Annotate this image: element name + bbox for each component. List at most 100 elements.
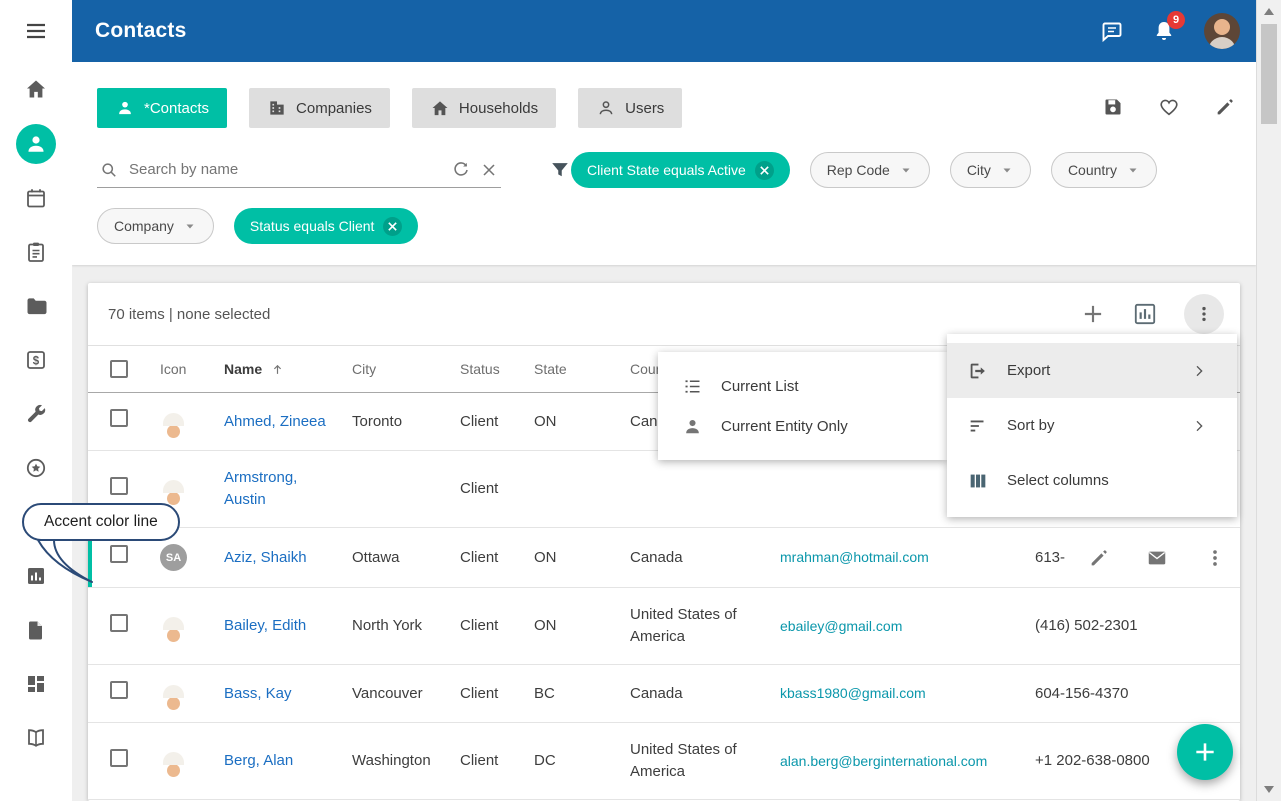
user-avatar[interactable] bbox=[1204, 13, 1240, 49]
column-header-state[interactable]: State bbox=[534, 361, 630, 377]
chevron-down-icon bbox=[183, 219, 197, 233]
edit-pencil-icon[interactable] bbox=[1088, 547, 1110, 569]
menu-item-label: Sort by bbox=[1007, 417, 1055, 434]
cell-country: United States of America bbox=[630, 723, 780, 799]
filter-chip-client-state[interactable]: Client State equals Active bbox=[571, 152, 790, 188]
filter-chip-company[interactable]: Company bbox=[97, 208, 214, 244]
cell-city: Toronto bbox=[352, 395, 460, 449]
contact-email-link[interactable]: ebailey@gmail.com bbox=[780, 618, 902, 634]
row-checkbox[interactable] bbox=[110, 749, 128, 767]
folder-icon[interactable] bbox=[24, 294, 48, 318]
tasks-icon[interactable] bbox=[24, 240, 48, 264]
menu-item-select-columns[interactable]: Select columns bbox=[947, 453, 1237, 508]
filter-funnel-icon[interactable] bbox=[549, 159, 571, 181]
edit-pencil-icon[interactable] bbox=[1214, 96, 1236, 118]
chevron-down-icon bbox=[899, 163, 913, 177]
filter-chips-row2: Company Status equals Client bbox=[97, 208, 1256, 244]
menu-item-current-list[interactable]: Current List bbox=[658, 366, 947, 406]
clear-search-icon[interactable] bbox=[479, 160, 499, 180]
scrollbar-thumb[interactable] bbox=[1261, 24, 1277, 124]
menu-icon[interactable] bbox=[24, 19, 48, 43]
table-row[interactable]: Bailey, Edith North York Client ON Unite… bbox=[88, 588, 1240, 665]
contact-name-link[interactable]: Bailey, Edith bbox=[224, 617, 306, 634]
more-options-button[interactable] bbox=[1184, 294, 1224, 334]
star-badge-icon[interactable] bbox=[24, 456, 48, 480]
export-icon bbox=[967, 360, 989, 382]
refresh-icon[interactable] bbox=[451, 160, 471, 180]
filter-chip-rep-code[interactable]: Rep Code bbox=[810, 152, 930, 188]
cell-status: Client bbox=[460, 667, 534, 721]
contact-email-link[interactable]: kbass1980@gmail.com bbox=[780, 685, 926, 701]
sidebar: $ bbox=[0, 0, 72, 801]
search-input[interactable] bbox=[127, 160, 443, 179]
scroll-up-arrow[interactable] bbox=[1264, 8, 1274, 15]
table-row[interactable]: Bass, Kay Vancouver Client BC Canada kba… bbox=[88, 665, 1240, 723]
row-checkbox[interactable] bbox=[110, 477, 128, 495]
chat-icon[interactable] bbox=[1100, 19, 1124, 43]
row-checkbox[interactable] bbox=[110, 681, 128, 699]
billing-icon[interactable]: $ bbox=[24, 348, 48, 372]
chip-label: Client State equals Active bbox=[587, 162, 746, 178]
vertical-scrollbar[interactable] bbox=[1256, 0, 1281, 801]
tab-label: Companies bbox=[296, 100, 372, 117]
column-header-city[interactable]: City bbox=[352, 361, 460, 377]
contact-name-link[interactable]: Ahmed, Zineea bbox=[224, 413, 326, 430]
email-envelope-icon[interactable] bbox=[1146, 547, 1168, 569]
person-icon bbox=[682, 416, 703, 437]
contact-email-link[interactable]: alan.berg@berginternational.com bbox=[780, 753, 987, 769]
cell-country bbox=[630, 473, 780, 505]
app-window: $ Contacts 9 bbox=[0, 0, 1281, 801]
cell-city bbox=[352, 473, 460, 505]
column-header-icon[interactable]: Icon bbox=[160, 361, 224, 377]
chart-columns-icon[interactable] bbox=[1132, 301, 1158, 327]
row-more-options-icon[interactable] bbox=[1204, 547, 1226, 569]
scroll-down-arrow[interactable] bbox=[1264, 786, 1274, 793]
home-icon[interactable] bbox=[24, 77, 48, 101]
contact-name-link[interactable]: Aziz, Shaikh bbox=[224, 549, 307, 566]
menu-item-sort-by[interactable]: Sort by bbox=[947, 398, 1237, 453]
filter-chip-city[interactable]: City bbox=[950, 152, 1031, 188]
contact-email-link[interactable]: mrahman@hotmail.com bbox=[780, 549, 929, 565]
contact-name-link[interactable]: Bass, Kay bbox=[224, 685, 292, 702]
contacts-icon[interactable] bbox=[16, 124, 56, 164]
table-row[interactable]: Berg, Alan Washington Client DC United S… bbox=[88, 723, 1240, 800]
entity-tabs: *Contacts Companies Households Users bbox=[72, 62, 1256, 128]
documents-icon[interactable] bbox=[24, 618, 48, 642]
chevron-down-icon bbox=[1126, 163, 1140, 177]
tab-companies[interactable]: Companies bbox=[249, 88, 390, 128]
filter-chip-status[interactable]: Status equals Client bbox=[234, 208, 419, 244]
select-all-checkbox[interactable] bbox=[110, 360, 128, 378]
contact-name-link[interactable]: Armstrong, Austin bbox=[224, 469, 297, 508]
row-checkbox[interactable] bbox=[110, 545, 128, 563]
save-icon[interactable] bbox=[1102, 96, 1124, 118]
column-header-name[interactable]: Name bbox=[224, 361, 352, 377]
tools-icon[interactable] bbox=[24, 402, 48, 426]
menu-item-current-entity[interactable]: Current Entity Only bbox=[658, 406, 947, 446]
notifications-bell-icon[interactable]: 9 bbox=[1152, 19, 1176, 43]
chevron-right-icon bbox=[1191, 363, 1207, 379]
add-contact-fab[interactable] bbox=[1177, 724, 1233, 780]
menu-item-export[interactable]: Export bbox=[947, 343, 1237, 398]
sort-icon bbox=[967, 415, 989, 437]
library-icon[interactable] bbox=[24, 726, 48, 750]
tab-users[interactable]: Users bbox=[578, 88, 682, 128]
row-checkbox[interactable] bbox=[110, 409, 128, 427]
column-header-status[interactable]: Status bbox=[460, 361, 534, 377]
export-submenu: Current List Current Entity Only bbox=[658, 352, 947, 460]
cell-country: United States of America bbox=[630, 588, 780, 664]
filter-chip-country[interactable]: Country bbox=[1051, 152, 1157, 188]
remove-filter-icon[interactable] bbox=[755, 161, 774, 180]
add-icon[interactable] bbox=[1080, 301, 1106, 327]
tab-contacts[interactable]: *Contacts bbox=[97, 88, 227, 128]
favorite-heart-icon[interactable] bbox=[1158, 96, 1180, 118]
row-checkbox[interactable] bbox=[110, 614, 128, 632]
remove-filter-icon[interactable] bbox=[383, 217, 402, 236]
tab-households[interactable]: Households bbox=[412, 88, 556, 128]
table-row-selected[interactable]: SA Aziz, Shaikh Ottawa Client ON Canada … bbox=[88, 528, 1240, 588]
top-app-bar: Contacts 9 bbox=[72, 0, 1256, 62]
contact-name-link[interactable]: Berg, Alan bbox=[224, 752, 293, 769]
annotation-callout: Accent color line bbox=[22, 503, 180, 541]
search-icon bbox=[99, 160, 119, 180]
dashboard-icon[interactable] bbox=[24, 672, 48, 696]
calendar-icon[interactable] bbox=[24, 186, 48, 210]
